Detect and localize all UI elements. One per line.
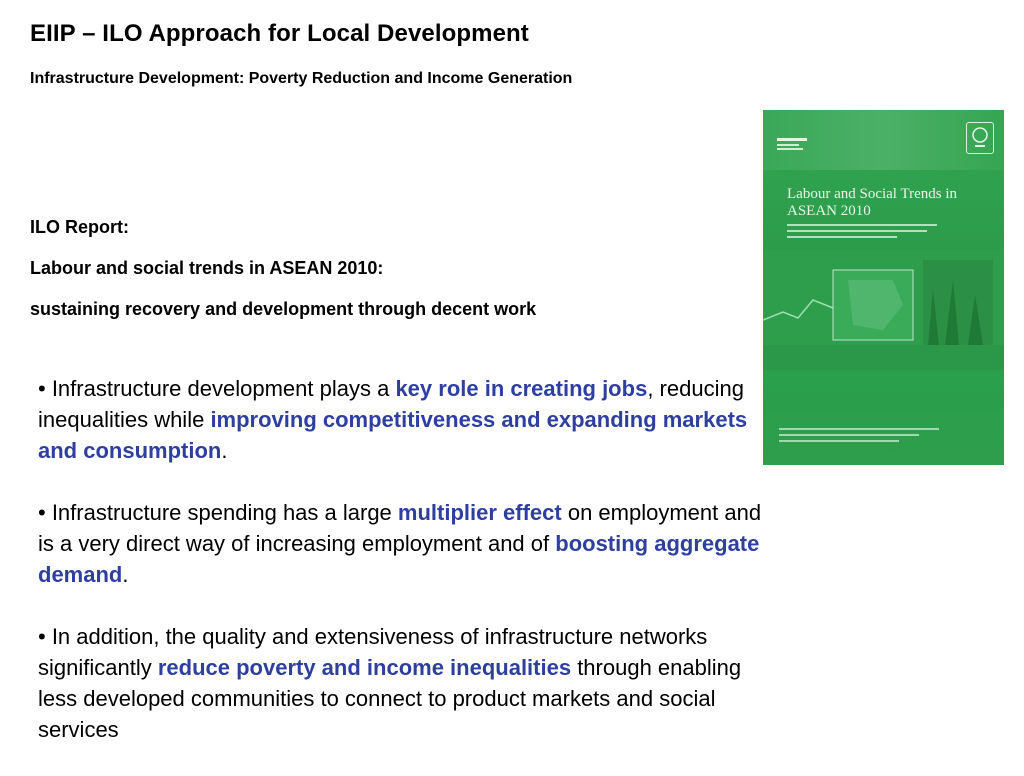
cover-subtitle-lines xyxy=(787,222,987,247)
bullet-text: . xyxy=(221,438,228,463)
ilo-logo-icon xyxy=(966,122,994,154)
bullet-item-1: • Infrastructure development plays a key… xyxy=(38,373,768,466)
bullet-text: • Infrastructure development plays a xyxy=(38,376,396,401)
cover-footer-lines xyxy=(779,428,979,446)
report-cover-image: Labour and Social Trends in ASEAN 2010 xyxy=(763,110,1004,465)
bullet-text: • Infrastructure spending has a large xyxy=(38,500,398,525)
bullet-list: • Infrastructure development plays a key… xyxy=(38,373,768,776)
cover-title: Labour and Social Trends in ASEAN 2010 xyxy=(787,186,957,219)
publisher-logo-icon xyxy=(777,138,807,150)
report-subtitle: sustaining recovery and development thro… xyxy=(30,299,537,319)
slide-subtitle: Infrastructure Development: Poverty Redu… xyxy=(30,70,573,87)
bullet-highlight: reduce poverty and income inequalities xyxy=(157,655,572,680)
report-title: Labour and social trends in ASEAN 2010: xyxy=(30,258,384,278)
bullet-item-3: • In addition, the quality and extensive… xyxy=(38,621,768,745)
cover-photo-collage xyxy=(763,250,1004,370)
bullet-highlight: multiplier effect xyxy=(397,500,562,525)
report-label: ILO Report: xyxy=(30,217,129,237)
bullet-item-2: • Infrastructure spending has a large mu… xyxy=(38,497,768,590)
report-reference: ILO Report: Labour and social trends in … xyxy=(30,207,536,330)
publisher-mark xyxy=(777,136,817,156)
bullet-text: . xyxy=(122,562,129,587)
slide-title: EIIP – ILO Approach for Local Developmen… xyxy=(30,20,529,47)
bullet-highlight: key role in creating jobs xyxy=(395,376,648,401)
